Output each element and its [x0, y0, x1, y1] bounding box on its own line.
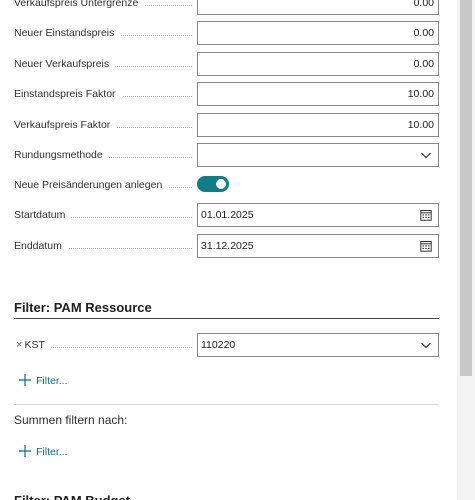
field-row-einstandspreis-faktor: Einstandspreis Faktor 10.00: [14, 82, 439, 106]
field-value: 0.00: [413, 27, 434, 39]
rundungsmethode-select[interactable]: [197, 143, 439, 167]
kst-filter-input[interactable]: 110220: [197, 333, 439, 357]
field-value: 110220: [201, 339, 236, 351]
field-row-rundungsmethode: Rundungsmethode: [14, 143, 439, 167]
field-value: 31.12.2025: [201, 240, 254, 252]
section-title-filter-budget: Filter: PAM Budget: [14, 490, 439, 500]
field-value: 0.00: [413, 0, 434, 9]
vertical-scrollbar[interactable]: [457, 0, 475, 500]
field-label: Verkaufspreis Untergrenze: [14, 0, 196, 15]
field-value: 10.00: [407, 88, 434, 100]
einstandspreis-faktor-input[interactable]: 10.00: [197, 82, 439, 106]
section-divider: [14, 404, 439, 405]
verkaufspreis-faktor-input[interactable]: 10.00: [197, 113, 439, 137]
enddatum-input[interactable]: 31.12.2025: [197, 234, 439, 258]
section-title-filter-ressource: Filter: PAM Ressource: [14, 300, 152, 315]
field-label: Einstandspreis Faktor: [14, 82, 196, 106]
field-row-neuer-einstandspreis: Neuer Einstandspreis 0.00: [14, 21, 439, 45]
field-row-neuer-verkaufspreis: Neuer Verkaufspreis 0.00: [14, 52, 439, 76]
plus-icon: [19, 445, 31, 458]
request-page-content: Verkaufspreis Untergrenze 0.00 Neuer Ein…: [0, 0, 457, 500]
verkaufspreis-untergrenze-input[interactable]: 0.00: [197, 0, 439, 15]
field-label: Startdatum: [14, 203, 196, 227]
field-label: Rundungsmethode: [14, 143, 196, 167]
neue-preisaenderungen-toggle[interactable]: [197, 176, 229, 192]
neuer-verkaufspreis-input[interactable]: 0.00: [197, 52, 439, 76]
add-summen-filter-button[interactable]: Filter...: [18, 443, 68, 461]
add-filter-label: Filter...: [36, 375, 68, 387]
field-label: Neuer Verkaufspreis: [14, 52, 196, 76]
summen-filter-label: Summen filtern nach:: [14, 413, 128, 427]
plus-icon: [19, 374, 31, 387]
field-value: 10.00: [407, 119, 434, 131]
toggle-knob: [216, 179, 226, 189]
filter-label: × KST: [14, 333, 196, 357]
filter-row-kst: × KST 110220: [14, 333, 439, 357]
chevron-down-icon: [421, 152, 431, 159]
startdatum-input[interactable]: 01.01.2025: [197, 203, 439, 227]
field-row-neue-preisaenderungen: Neue Preisänderungen anlegen: [14, 173, 439, 197]
add-filter-button[interactable]: Filter...: [18, 372, 68, 390]
field-row-startdatum: Startdatum 01.01.2025: [14, 203, 439, 227]
neuer-einstandspreis-input[interactable]: 0.00: [197, 21, 439, 45]
chevron-down-icon: [421, 342, 431, 349]
calendar-icon[interactable]: [420, 209, 432, 221]
add-filter-label: Filter...: [36, 446, 68, 458]
calendar-icon[interactable]: [420, 240, 432, 252]
scrollbar-thumb[interactable]: [460, 0, 472, 376]
field-label: Verkaufspreis Faktor: [14, 113, 196, 137]
field-value: 01.01.2025: [201, 209, 254, 221]
remove-filter-icon[interactable]: ×: [16, 339, 22, 351]
field-row-verkaufspreis-faktor: Verkaufspreis Faktor 10.00: [14, 113, 439, 137]
field-label: Neue Preisänderungen anlegen: [14, 173, 196, 197]
field-value: 0.00: [413, 58, 434, 70]
field-row-verkaufspreis-untergrenze: Verkaufspreis Untergrenze 0.00: [14, 0, 439, 15]
field-label: Enddatum: [14, 234, 196, 258]
field-label: Neuer Einstandspreis: [14, 21, 196, 45]
filter-field-label: KST: [24, 339, 45, 351]
field-row-enddatum: Enddatum 31.12.2025: [14, 234, 439, 258]
section-divider: [14, 318, 439, 319]
